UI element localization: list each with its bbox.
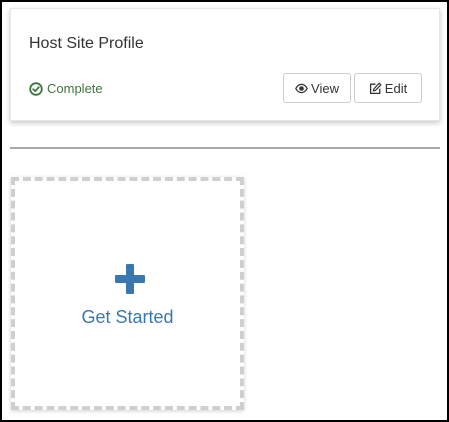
section-divider <box>10 147 440 149</box>
status-indicator: Complete <box>29 81 103 97</box>
edit-button-label: Edit <box>384 80 408 96</box>
edit-icon <box>369 82 382 95</box>
get-started-tile[interactable]: Get Started <box>11 177 244 410</box>
edit-button[interactable]: Edit <box>354 73 422 103</box>
window-frame: Host Site Profile Complete View Edit Get… <box>0 0 449 422</box>
eye-icon <box>295 82 308 95</box>
check-circle-icon <box>29 82 43 96</box>
status-label: Complete <box>47 81 103 96</box>
host-site-profile-card: Host Site Profile Complete View Edit <box>10 8 440 121</box>
plus-icon <box>114 263 146 295</box>
card-title: Host Site Profile <box>29 35 144 52</box>
view-button-label: View <box>311 80 339 96</box>
view-button[interactable]: View <box>283 73 351 103</box>
get-started-label: Get Started <box>81 307 174 327</box>
